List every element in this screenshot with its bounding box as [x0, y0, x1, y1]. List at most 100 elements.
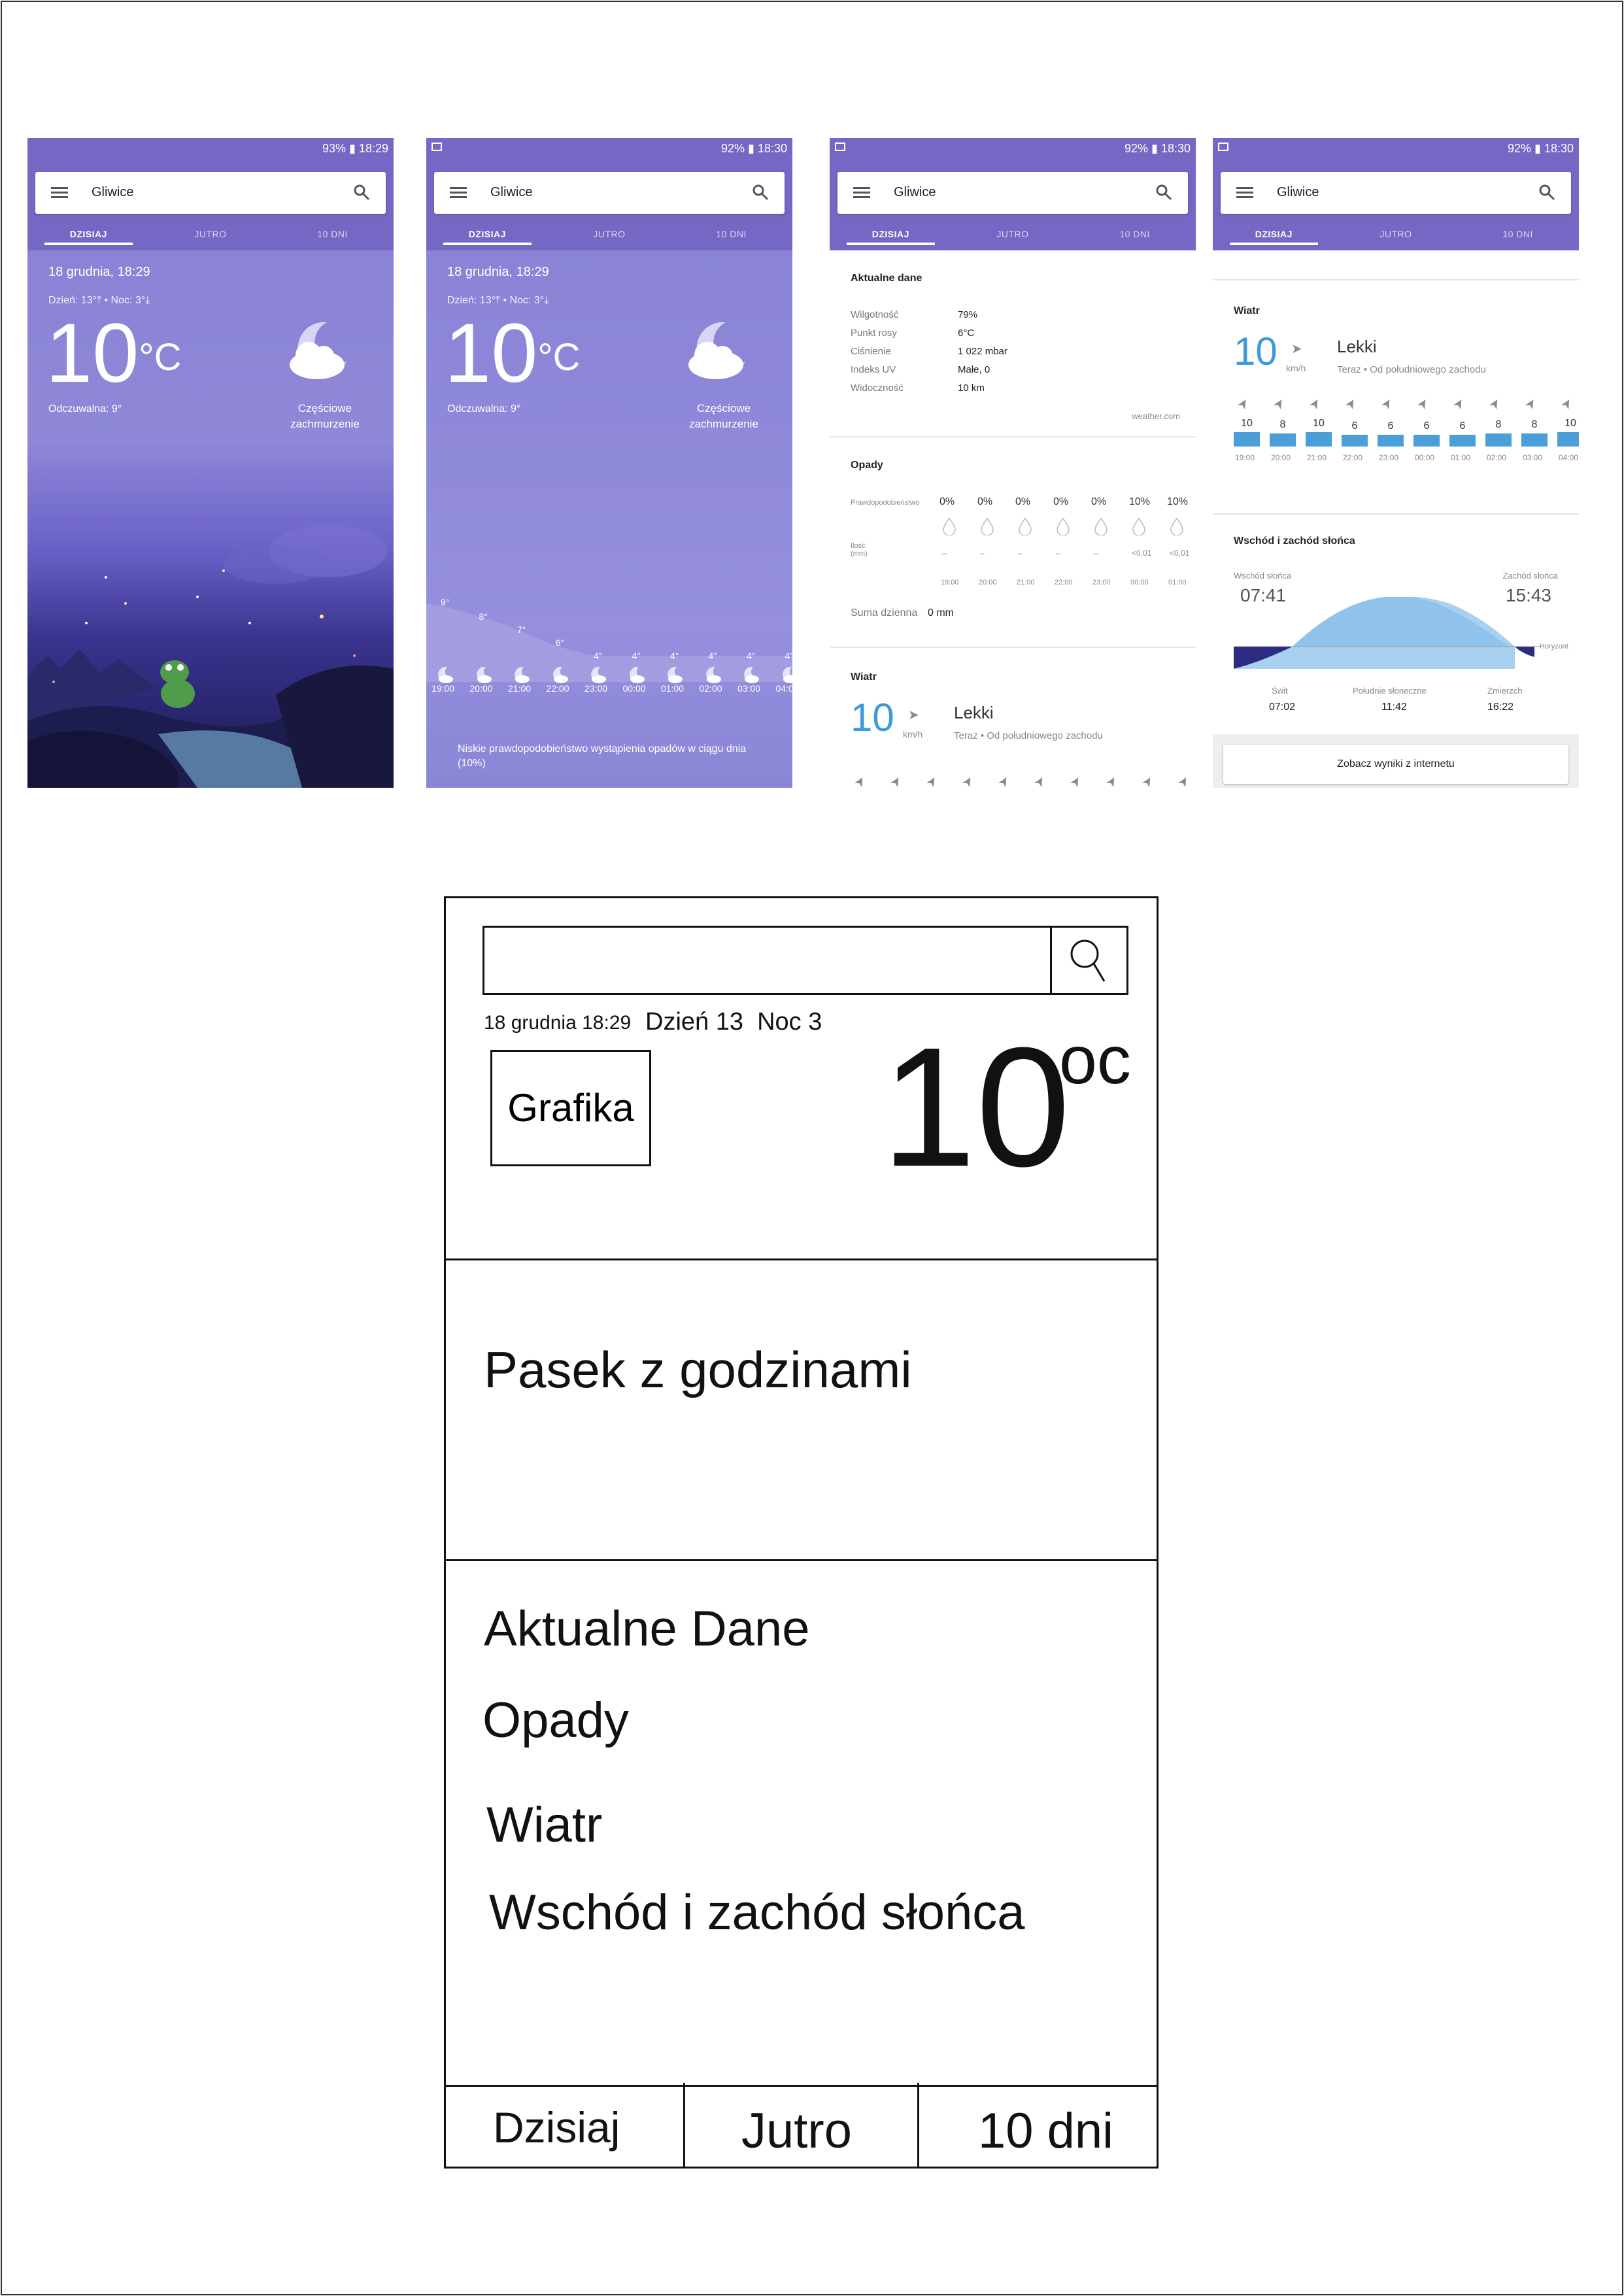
wind-arrow-icon: ➤ — [1270, 395, 1289, 413]
precip-hour: 00:00 — [1130, 579, 1149, 586]
tab-tomorrow[interactable]: JUTRO — [150, 223, 272, 245]
current-data-key: Punkt rosy — [851, 328, 897, 339]
wf-section-wind: Wiatr — [486, 1797, 603, 1853]
search-icon[interactable] — [752, 184, 769, 201]
menu-icon[interactable] — [1236, 187, 1253, 199]
tab-10-days[interactable]: 10 DNI — [271, 223, 394, 245]
sunset-label: Zachód słońca — [1502, 571, 1558, 581]
sun-arc-chart — [1234, 597, 1541, 669]
search-input[interactable]: Gliwice — [92, 185, 133, 200]
divider — [830, 436, 1196, 437]
search-input[interactable]: Gliwice — [490, 185, 532, 200]
raindrop-icon — [1132, 517, 1145, 535]
wind-arrow-icon: ➤ — [1031, 773, 1049, 788]
search-input[interactable]: Gliwice — [894, 185, 936, 200]
wind-direction-icon: ➤ — [1291, 342, 1302, 356]
rain-note: Niskie prawdopodobieństwo wystąpienia op… — [458, 743, 747, 769]
tab-10-days[interactable]: 10 DNI — [670, 223, 792, 245]
date-time: 18 grudnia, 18:29 — [447, 265, 549, 279]
tab-bar: DZISIAJ JUTRO 10 DNI — [1213, 223, 1579, 250]
current-data-key: Indeks UV — [851, 364, 896, 375]
wind-arrow-icon: ➤ — [1139, 773, 1157, 788]
tab-10-days[interactable]: 10 DNI — [1457, 223, 1579, 245]
dusk-label: Zmierzch — [1487, 686, 1523, 696]
moon-cloud-icon — [438, 666, 453, 683]
wind-bar — [1449, 435, 1476, 447]
wf-temp-unit: oc — [1059, 1022, 1131, 1098]
wind-sub: Teraz • Od południowego zachodu — [1337, 364, 1486, 375]
wf-search-box[interactable] — [482, 926, 1128, 995]
wind-bar-hour: 03:00 — [1523, 453, 1543, 462]
search-icon[interactable] — [1068, 937, 1107, 985]
wind-unit: km/h — [1286, 363, 1306, 373]
tab-today[interactable]: DZISIAJ — [426, 223, 549, 245]
wind-arrow-icon: ➤ — [1175, 773, 1193, 788]
wind-bar — [1378, 435, 1404, 447]
search-bar[interactable]: Gliwice — [1221, 172, 1571, 214]
wf-tab-tomorrow[interactable]: Jutro — [741, 2102, 852, 2159]
tab-tomorrow[interactable]: JUTRO — [1335, 223, 1457, 245]
day-night-temps: Dzień: 13°⤒ • Noc: 3°⤓ — [48, 295, 150, 306]
search-bar[interactable]: Gliwice — [434, 172, 785, 214]
wind-desc: Lekki — [954, 703, 994, 722]
wf-day-night: Dzień 13 Noc 3 — [645, 1008, 822, 1036]
wind-arrow-icon: ➤ — [959, 773, 977, 788]
wind-arrow-icon: ➤ — [1522, 395, 1540, 413]
wind-title: Wiatr — [851, 671, 877, 683]
wf-divider — [446, 1258, 1157, 1260]
tab-today[interactable]: DZISIAJ — [1213, 223, 1335, 245]
menu-icon[interactable] — [450, 187, 467, 199]
current-temp: 10°C — [445, 307, 581, 400]
wind-arrow-icon: ➤ — [1342, 395, 1361, 413]
status-bar: 92% ▮ 18:30 — [1213, 138, 1579, 160]
wind-bar-value: 8 — [1279, 419, 1286, 430]
moon-cloud-icon — [688, 322, 745, 379]
wf-tab-today[interactable]: Dzisiaj — [493, 2102, 620, 2152]
status-bar: 93% ▮ 18:29 — [27, 138, 394, 160]
tab-today[interactable]: DZISIAJ — [27, 223, 150, 245]
precip-amount: – — [1094, 549, 1098, 558]
moon-cloud-icon — [591, 666, 606, 683]
moon-cloud-icon — [668, 666, 683, 683]
current-data-title: Aktualne dane — [851, 273, 922, 284]
precip-hour: 19:00 — [941, 579, 959, 586]
hour-time-label: 21:00 — [508, 683, 532, 694]
wind-bar — [1306, 432, 1332, 447]
search-icon[interactable] — [1538, 184, 1555, 201]
hour-temp-label: 4° — [670, 650, 679, 661]
search-input[interactable]: Gliwice — [1277, 185, 1319, 200]
web-results-button[interactable]: Zobacz wyniki z internetu — [1223, 745, 1568, 784]
tab-tomorrow[interactable]: JUTRO — [952, 223, 1074, 245]
tab-tomorrow[interactable]: JUTRO — [549, 223, 671, 245]
current-data-key: Ciśnienie — [851, 346, 891, 357]
current-data-value: 10 km — [958, 382, 985, 394]
wind-title: Wiatr — [1234, 305, 1260, 316]
search-bar[interactable]: Gliwice — [837, 172, 1188, 214]
wf-divider — [446, 1559, 1157, 1561]
day-night-temps: Dzień: 13°⤒ • Noc: 3°⤓ — [447, 295, 549, 306]
tab-10-days[interactable]: 10 DNI — [1074, 223, 1196, 245]
hour-temp-label: 7° — [517, 624, 526, 635]
wind-bar-value: 10 — [1241, 418, 1253, 429]
wind-arrow-icon: ➤ — [995, 773, 1013, 788]
divider — [830, 647, 1196, 648]
noon-time: 11:42 — [1381, 701, 1407, 713]
wind-arrow-icon: ➤ — [1558, 395, 1576, 413]
menu-icon[interactable] — [853, 187, 870, 199]
details-card: Wiatr 10 ➤ km/h Lekki Teraz • Od południ… — [1213, 250, 1579, 788]
search-bar[interactable]: Gliwice — [35, 172, 386, 214]
moon-cloud-icon — [782, 666, 792, 683]
hour-temp-label: 8° — [479, 611, 488, 622]
menu-icon[interactable] — [51, 187, 68, 199]
search-icon[interactable] — [353, 184, 370, 201]
source-link[interactable]: weather.com — [1132, 411, 1180, 421]
hour-time-label: 03:00 — [737, 683, 761, 694]
night-landscape-illustration — [27, 525, 394, 788]
precip-amount: – — [980, 549, 985, 558]
current-data-value: 6°C — [958, 328, 975, 339]
search-icon[interactable] — [1155, 184, 1172, 201]
wf-tab-10-days[interactable]: 10 dni — [978, 2102, 1113, 2159]
tab-today[interactable]: DZISIAJ — [830, 223, 952, 245]
details-card: Aktualne dane Wilgotność 79% Punkt rosy 6°C… — [830, 250, 1196, 788]
wf-section-sun: Wschód i zachód słońca — [489, 1885, 1025, 1940]
